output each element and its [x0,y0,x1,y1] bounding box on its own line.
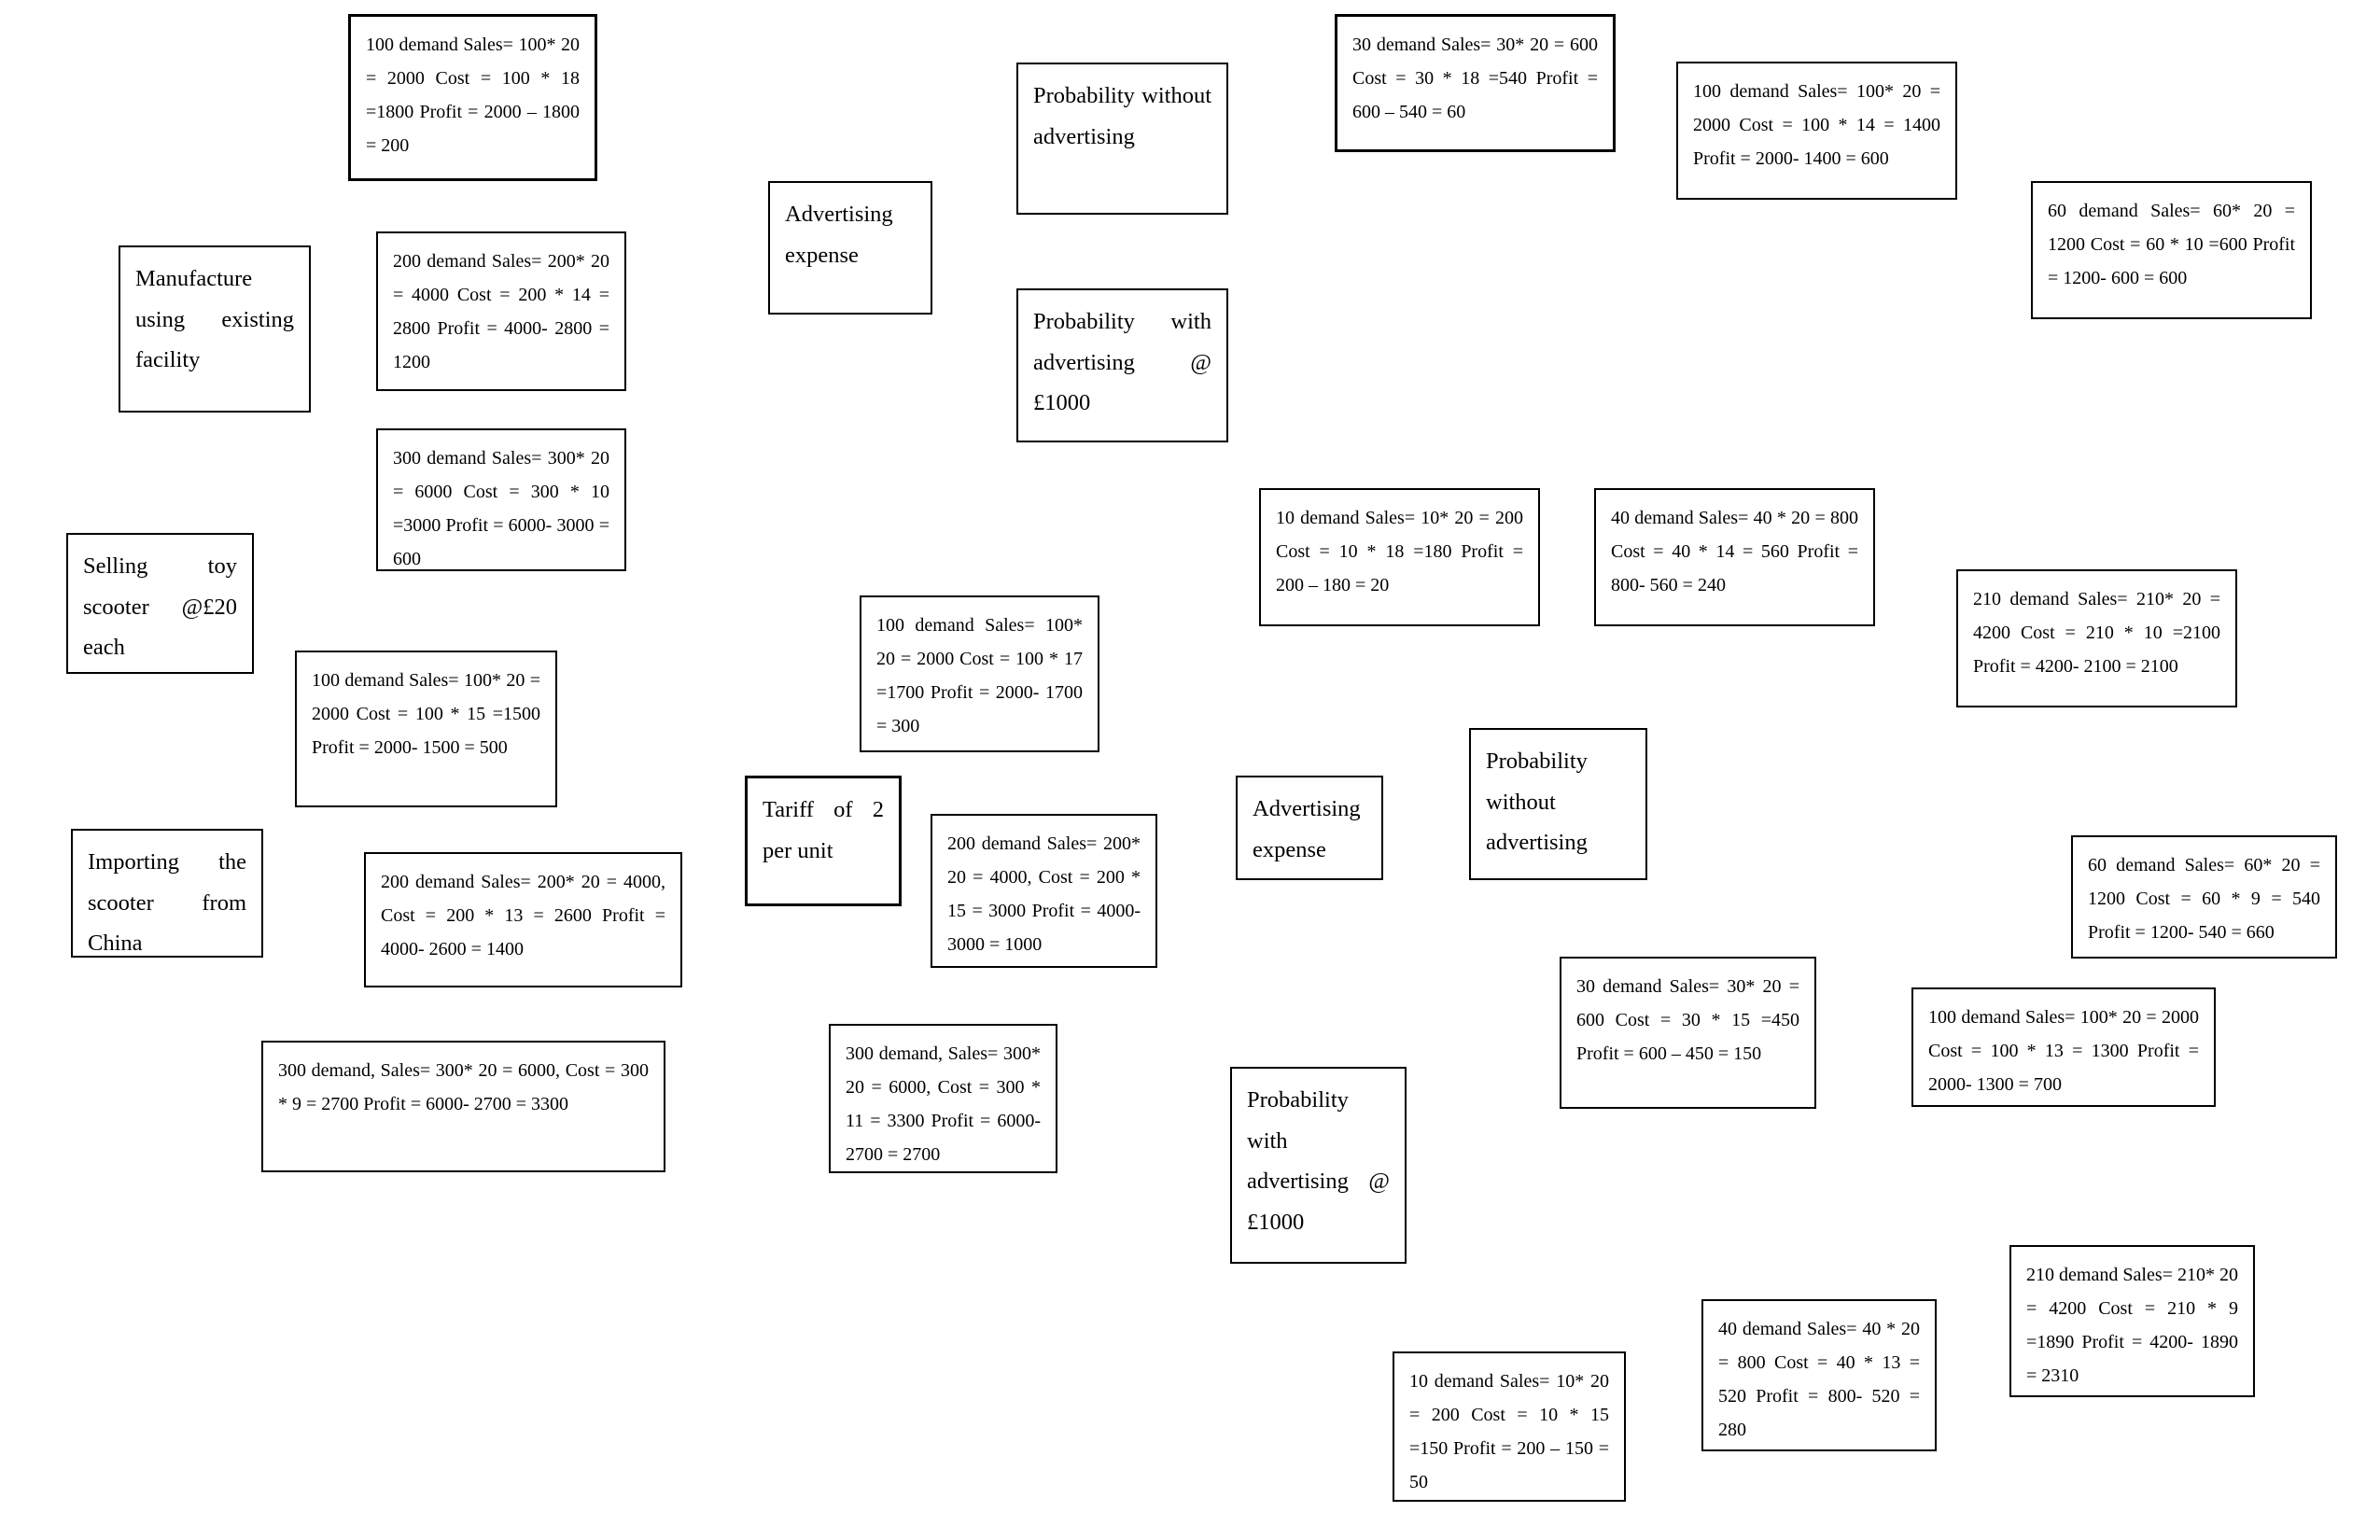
outcome-text: 10 demand Sales= 10* 20 = 200 Cost = 10 … [1276,508,1523,595]
node-text: Advertising expense [785,202,893,268]
outcome-box: 100 demand Sales= 100* 20 = 2000 Cost = … [348,14,597,181]
outcome-text: 60 demand Sales= 60* 20 = 1200 Cost = 60… [2048,201,2295,288]
node-text: Probability with advertising @ £1000 [1033,309,1211,415]
outcome-text: 100 demand Sales= 100* 20 = 2000 Cost = … [1928,1007,2199,1095]
outcome-box: 60 demand Sales= 60* 20 = 1200 Cost = 60… [2031,181,2312,319]
node-text: Importing the scooter from China [88,849,246,956]
outcome-box: 210 demand Sales= 210* 20 = 4200 Cost = … [2009,1245,2255,1397]
node-advertising-expense-1: Advertising expense [768,181,932,315]
outcome-text: 30 demand Sales= 30* 20 = 600 Cost = 30 … [1352,35,1598,122]
node-advertising-expense-2: Advertising expense [1236,776,1383,880]
node-text: Tariff of 2 per unit [763,797,884,863]
outcome-box: 40 demand Sales= 40 * 20 = 800 Cost = 40… [1701,1299,1937,1451]
node-importing: Importing the scooter from China [71,829,263,958]
outcome-box: 40 demand Sales= 40 * 20 = 800 Cost = 40… [1594,488,1875,626]
outcome-text: 300 demand, Sales= 300* 20 = 6000, Cost … [278,1060,649,1114]
outcome-box: 200 demand Sales= 200* 20 = 4000, Cost =… [364,852,682,987]
node-selling: Selling toy scooter @£20 each [66,533,254,674]
outcome-text: 200 demand Sales= 200* 20 = 4000, Cost =… [947,833,1141,955]
node-text: Selling toy scooter @£20 each [83,553,237,660]
outcome-box: 30 demand Sales= 30* 20 = 600 Cost = 30 … [1335,14,1616,152]
outcome-box: 200 demand Sales= 200* 20 = 4000 Cost = … [376,231,626,391]
node-text: Manufacture using existing facility [135,266,294,372]
outcome-text: 300 demand Sales= 300* 20 = 6000 Cost = … [393,448,609,569]
outcome-text: 40 demand Sales= 40 * 20 = 800 Cost = 40… [1611,508,1858,595]
outcome-box: 100 demand Sales= 100* 20 = 2000 Cost = … [1911,987,2216,1107]
node-prob-with-1: Probability with advertising @ £1000 [1016,288,1228,442]
outcome-text: 210 demand Sales= 210* 20 = 4200 Cost = … [2026,1265,2238,1386]
outcome-text: 300 demand, Sales= 300* 20 = 6000, Cost … [846,1043,1041,1165]
node-text: Probability without advertising [1033,83,1211,149]
outcome-box: 100 demand Sales= 100* 20 = 2000 Cost = … [295,651,557,807]
outcome-box: 10 demand Sales= 10* 20 = 200 Cost = 10 … [1393,1351,1626,1502]
node-prob-without-2: Probability without advertising [1469,728,1647,880]
outcome-box: 300 demand Sales= 300* 20 = 6000 Cost = … [376,428,626,571]
outcome-text: 60 demand Sales= 60* 20 = 1200 Cost = 60… [2088,855,2320,943]
outcome-box: 210 demand Sales= 210* 20 = 4200 Cost = … [1956,569,2237,707]
outcome-text: 100 demand Sales= 100* 20 = 2000 Cost = … [1693,81,1940,169]
outcome-box: 300 demand, Sales= 300* 20 = 6000, Cost … [261,1041,665,1172]
outcome-text: 40 demand Sales= 40 * 20 = 800 Cost = 40… [1718,1319,1920,1440]
node-manufacture: Manufacture using existing facility [119,245,311,413]
outcome-box: 100 demand Sales= 100* 20 = 2000 Cost = … [860,595,1099,752]
outcome-box: 30 demand Sales= 30* 20 = 600 Cost = 30 … [1560,957,1816,1109]
outcome-text: 30 demand Sales= 30* 20 = 600 Cost = 30 … [1576,976,1799,1064]
outcome-box: 10 demand Sales= 10* 20 = 200 Cost = 10 … [1259,488,1540,626]
outcome-text: 200 demand Sales= 200* 20 = 4000, Cost =… [381,872,665,959]
outcome-box: 200 demand Sales= 200* 20 = 4000, Cost =… [931,814,1157,968]
outcome-text: 100 demand Sales= 100* 20 = 2000 Cost = … [876,615,1083,736]
outcome-text: 210 demand Sales= 210* 20 = 4200 Cost = … [1973,589,2220,677]
outcome-text: 100 demand Sales= 100* 20 = 2000 Cost = … [366,35,580,156]
outcome-box: 300 demand, Sales= 300* 20 = 6000, Cost … [829,1024,1057,1173]
outcome-text: 200 demand Sales= 200* 20 = 4000 Cost = … [393,251,609,372]
outcome-text: 10 demand Sales= 10* 20 = 200 Cost = 10 … [1409,1371,1609,1492]
node-prob-without-1: Probability without advertising [1016,63,1228,215]
outcome-box: 60 demand Sales= 60* 20 = 1200 Cost = 60… [2071,835,2337,959]
node-tariff: Tariff of 2 per unit [745,776,902,906]
node-text: Probability with advertising @ £1000 [1247,1087,1390,1235]
node-text: Probability without advertising [1486,749,1588,855]
node-text: Advertising expense [1253,796,1361,862]
outcome-box: 100 demand Sales= 100* 20 = 2000 Cost = … [1676,62,1957,200]
node-prob-with-2: Probability with advertising @ £1000 [1230,1067,1407,1264]
outcome-text: 100 demand Sales= 100* 20 = 2000 Cost = … [312,670,540,758]
